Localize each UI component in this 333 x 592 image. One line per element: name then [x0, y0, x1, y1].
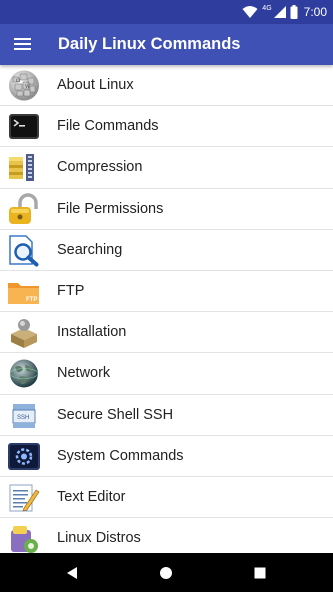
list-item-file-permissions[interactable]: File Permissions — [0, 189, 333, 230]
recents-button[interactable] — [235, 553, 285, 592]
system-monitor-icon — [8, 442, 40, 470]
hamburger-menu-icon[interactable] — [12, 34, 34, 54]
list-item-label: Text Editor — [57, 488, 126, 505]
list-item-system-commands[interactable]: System Commands — [0, 436, 333, 477]
list-item-label: Secure Shell SSH — [57, 406, 174, 423]
list-item-file-commands[interactable]: File Commands — [0, 106, 333, 148]
list-item-label: Searching — [57, 241, 123, 258]
system-navigation-bar — [0, 553, 333, 592]
list-item-network[interactable]: Network — [0, 353, 333, 395]
list-item-searching[interactable]: Searching — [0, 230, 333, 271]
svg-text:W: W — [25, 84, 31, 90]
wikipedia-globe-icon: Ω W — [9, 70, 39, 101]
padlock-icon — [9, 192, 38, 224]
ftp-icon-text: FTP — [26, 297, 37, 303]
status-bar: 4G 7:00 — [0, 0, 333, 24]
list-item-label: File Permissions — [57, 200, 164, 217]
app-bar: Daily Linux Commands — [0, 24, 333, 65]
archive-zipper-icon — [9, 154, 34, 182]
list-item-label: Installation — [57, 324, 127, 341]
list-item-label: File Commands — [57, 118, 159, 135]
text-editor-icon — [9, 484, 40, 512]
wifi-icon — [242, 6, 258, 18]
list-item-about-linux[interactable]: Ω W About Linux — [0, 65, 333, 107]
list-item-label: Linux Distros — [57, 530, 141, 547]
app-title: Daily Linux Commands — [58, 35, 241, 53]
back-triangle-icon — [67, 566, 77, 579]
clock: 7:00 — [303, 5, 327, 19]
distros-icon — [11, 526, 38, 553]
install-package-icon — [11, 319, 37, 349]
list-item-linux-distros[interactable]: Linux Distros — [0, 518, 333, 553]
list-item-compression[interactable]: Compression — [0, 147, 333, 189]
ftp-folder-icon: FTP — [8, 282, 39, 304]
ssh-icon-text: SSH — [17, 415, 29, 421]
back-button[interactable] — [47, 553, 97, 592]
cellular-signal-icon — [273, 6, 286, 18]
list-item-text-editor[interactable]: Text Editor — [0, 477, 333, 519]
globe-network-icon — [9, 359, 39, 388]
list-item-label: FTP — [57, 282, 85, 299]
list-item-label: System Commands — [57, 447, 184, 464]
magnifier-icon — [9, 235, 39, 267]
network-type: 4G — [262, 4, 272, 12]
ssh-icon: SSH — [12, 403, 36, 428]
list-item-label: About Linux — [57, 77, 134, 93]
svg-text:Ω: Ω — [16, 78, 20, 84]
list-item-ftp[interactable]: FTP FTP — [0, 271, 333, 313]
list-item-label: Compression — [57, 159, 143, 176]
list-item-secure-shell-ssh[interactable]: SSH Secure Shell SSH — [0, 395, 333, 436]
terminal-icon — [9, 114, 39, 140]
home-circle-icon — [160, 566, 172, 579]
home-button[interactable] — [141, 553, 191, 592]
list-item-installation[interactable]: Installation — [0, 312, 333, 354]
command-category-list: Ω W About Linux File Commands Compressio… — [0, 65, 333, 553]
recents-square-icon — [254, 567, 266, 578]
battery-icon — [290, 5, 298, 19]
list-item-label: Network — [57, 365, 111, 382]
